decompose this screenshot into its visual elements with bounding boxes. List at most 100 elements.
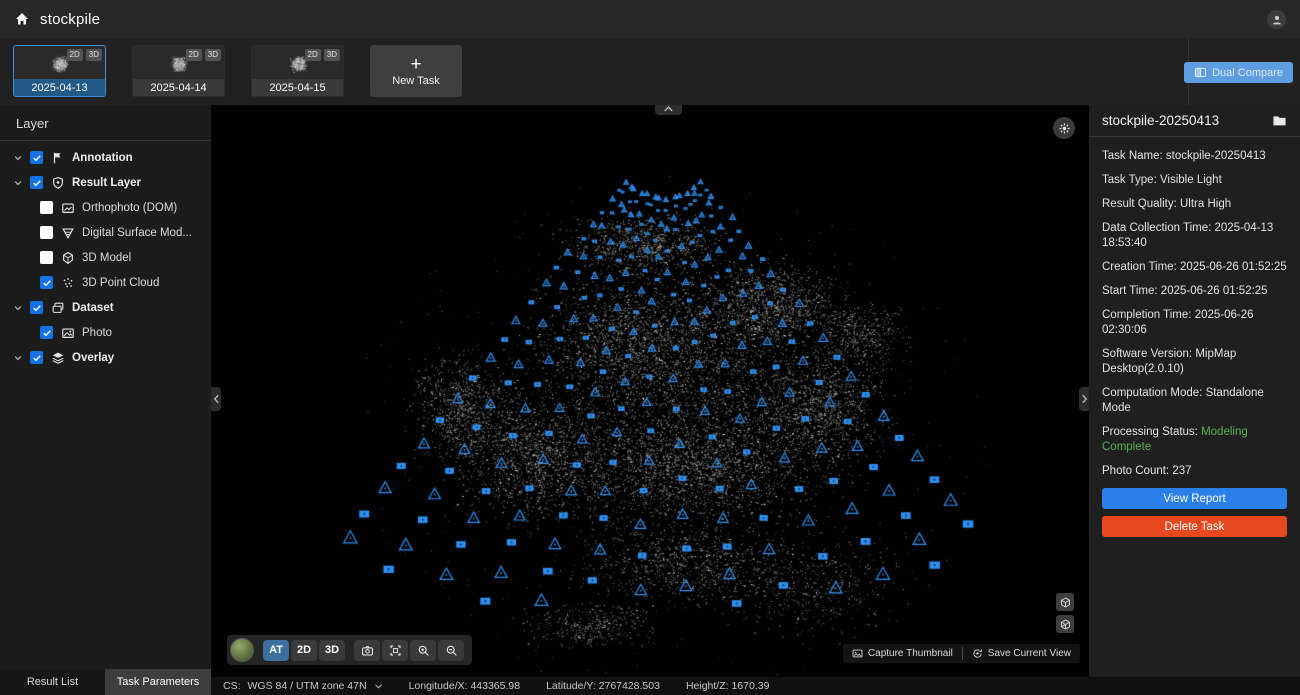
save-current-view-button[interactable]: Save Current View <box>963 644 1080 663</box>
orthophoto-icon <box>61 201 75 215</box>
point-cloud-icon <box>61 276 75 290</box>
layer-row-result-layer: Result Layer <box>0 170 211 195</box>
field-task-name: Task Name: stockpile-20250413 <box>1102 149 1287 164</box>
layer-panel-title: Layer <box>0 105 211 141</box>
collapse-top-handle[interactable] <box>655 105 682 115</box>
mode-at-button[interactable]: AT <box>263 640 289 661</box>
result-layer-checkbox[interactable] <box>30 176 43 189</box>
dual-compare-button[interactable]: Dual Compare <box>1184 62 1293 83</box>
capture-thumbnail-button[interactable]: Capture Thumbnail <box>843 644 962 663</box>
page-title: stockpile <box>40 11 100 28</box>
photo-checkbox[interactable] <box>40 326 53 339</box>
badge-3d[interactable]: 3D <box>324 49 340 61</box>
layer-row-dataset: Dataset <box>0 295 211 320</box>
dataset-icon <box>51 301 65 315</box>
overlay-checkbox[interactable] <box>30 351 43 364</box>
layer-label: 3D Model <box>82 252 131 264</box>
expand-caret-icon[interactable] <box>13 353 23 363</box>
fit-view-button[interactable] <box>382 640 408 661</box>
badge-3d[interactable]: 3D <box>205 49 221 61</box>
dsm-checkbox[interactable] <box>40 226 53 239</box>
task-card-2025-04-15[interactable]: 2D 3D 2025-04-15 <box>251 45 344 97</box>
field-computation-mode: Computation Mode: Standalone Mode <box>1102 386 1287 416</box>
view-cube-top-button[interactable] <box>1056 593 1074 611</box>
cs-value: WGS 84 / UTM zone 47N <box>248 680 367 692</box>
expand-caret-icon[interactable] <box>13 303 23 313</box>
image-icon <box>852 648 863 659</box>
task-thumbnail-bar: 2D 3D 2025-04-13 2D 3D 2025-04-14 <box>0 38 1300 105</box>
view-cube-front-button[interactable] <box>1056 615 1074 633</box>
field-result-quality: Result Quality: Ultra High <box>1102 197 1287 212</box>
orthophoto-checkbox[interactable] <box>40 201 53 214</box>
field-start-time: Start Time: 2025-06-26 01:52:25 <box>1102 284 1287 299</box>
mode-2d-button[interactable]: 2D <box>291 640 317 661</box>
layer-label: Digital Surface Mod... <box>82 227 192 239</box>
field-task-type: Task Type: Visible Light <box>1102 173 1287 188</box>
split-view-icon <box>1194 66 1207 79</box>
height-readout: Height/Z: 1670.39 <box>686 680 769 692</box>
capture-thumbnail-label: Capture Thumbnail <box>868 648 953 659</box>
delete-task-button[interactable]: Delete Task <box>1102 516 1287 537</box>
longitude-readout: Longitude/X: 443365.98 <box>409 680 521 692</box>
badge-3d[interactable]: 3D <box>86 49 102 61</box>
dataset-checkbox[interactable] <box>30 301 43 314</box>
camera-icon <box>361 644 374 657</box>
view-mode-switch: AT 2D 3D <box>263 640 345 661</box>
gear-icon <box>1058 122 1071 135</box>
details-body: Task Name: stockpile-20250413 Task Type:… <box>1089 137 1300 537</box>
latitude-readout: Latitude/Y: 2767428.503 <box>546 680 660 692</box>
field-creation-time: Creation Time: 2025-06-26 01:52:25 <box>1102 260 1287 275</box>
zoom-out-button[interactable] <box>438 640 464 661</box>
layer-row-overlay: Overlay <box>0 345 211 370</box>
view-actions-bar: Capture Thumbnail Save Current View <box>843 644 1080 663</box>
zoom-in-button[interactable] <box>410 640 436 661</box>
task-thumbnail: 2D 3D <box>252 46 343 79</box>
badge-2d[interactable]: 2D <box>305 49 321 61</box>
task-thumbnail: 2D 3D <box>14 46 105 79</box>
layer-row-3d-model: 3D Model <box>0 245 211 270</box>
layer-row-orthophoto: Orthophoto (DOM) <box>0 195 211 220</box>
coordinate-system-dropdown[interactable]: CS: WGS 84 / UTM zone 47N <box>223 680 383 692</box>
home-icon[interactable] <box>14 11 30 27</box>
badge-2d[interactable]: 2D <box>67 49 83 61</box>
badge-2d[interactable]: 2D <box>186 49 202 61</box>
coordinate-status-bar: CS: WGS 84 / UTM zone 47N Longitude/X: 4… <box>211 677 1300 695</box>
model-checkbox[interactable] <box>40 251 53 264</box>
task-card-2025-04-13[interactable]: 2D 3D 2025-04-13 <box>13 45 106 97</box>
bottom-tab-bar: Result List Task Parameters <box>0 669 211 695</box>
layer-tree: Annotation Result Layer Orthophoto (DOM)… <box>0 141 211 370</box>
annotation-checkbox[interactable] <box>30 151 43 164</box>
viewer-settings-button[interactable] <box>1053 117 1075 139</box>
expand-caret-icon[interactable] <box>13 178 23 188</box>
new-task-button[interactable]: + New Task <box>370 45 462 97</box>
tab-result-list[interactable]: Result List <box>0 669 105 695</box>
screenshot-button[interactable] <box>354 640 380 661</box>
fullscreen-icon <box>389 644 402 657</box>
mode-3d-button[interactable]: 3D <box>319 640 345 661</box>
save-current-view-label: Save Current View <box>988 648 1071 659</box>
user-avatar[interactable] <box>1267 10 1286 29</box>
collapse-right-handle[interactable] <box>1079 387 1089 411</box>
viewer-toolbar: AT 2D 3D <box>227 635 472 665</box>
field-completion-time: Completion Time: 2025-06-26 02:30:06 <box>1102 308 1287 338</box>
collapse-left-handle[interactable] <box>211 387 221 411</box>
point-cloud-checkbox[interactable] <box>40 276 53 289</box>
task-card-list: 2D 3D 2025-04-13 2D 3D 2025-04-14 <box>13 45 462 97</box>
viewer-tools <box>354 640 464 661</box>
task-thumbnail: 2D 3D <box>133 46 224 79</box>
layer-row-dsm: Digital Surface Mod... <box>0 220 211 245</box>
plus-icon: + <box>410 56 421 74</box>
zoom-out-icon <box>445 644 458 657</box>
field-processing-status: Processing Status: Modeling Complete <box>1102 425 1287 455</box>
minimap-thumbnail[interactable] <box>230 638 254 662</box>
expand-caret-icon[interactable] <box>13 153 23 163</box>
viewer-canvas[interactable] <box>211 105 1089 677</box>
task-card-2025-04-14[interactable]: 2D 3D 2025-04-14 <box>132 45 225 97</box>
folder-icon[interactable] <box>1272 114 1287 127</box>
layer-label: Dataset <box>72 302 114 314</box>
view-report-button[interactable]: View Report <box>1102 488 1287 509</box>
field-software-version: Software Version: MipMap Desktop(2.0.10) <box>1102 347 1287 377</box>
tab-task-parameters[interactable]: Task Parameters <box>105 669 211 695</box>
layer-row-photo: Photo <box>0 320 211 345</box>
details-header: stockpile-20250413 <box>1089 105 1300 137</box>
